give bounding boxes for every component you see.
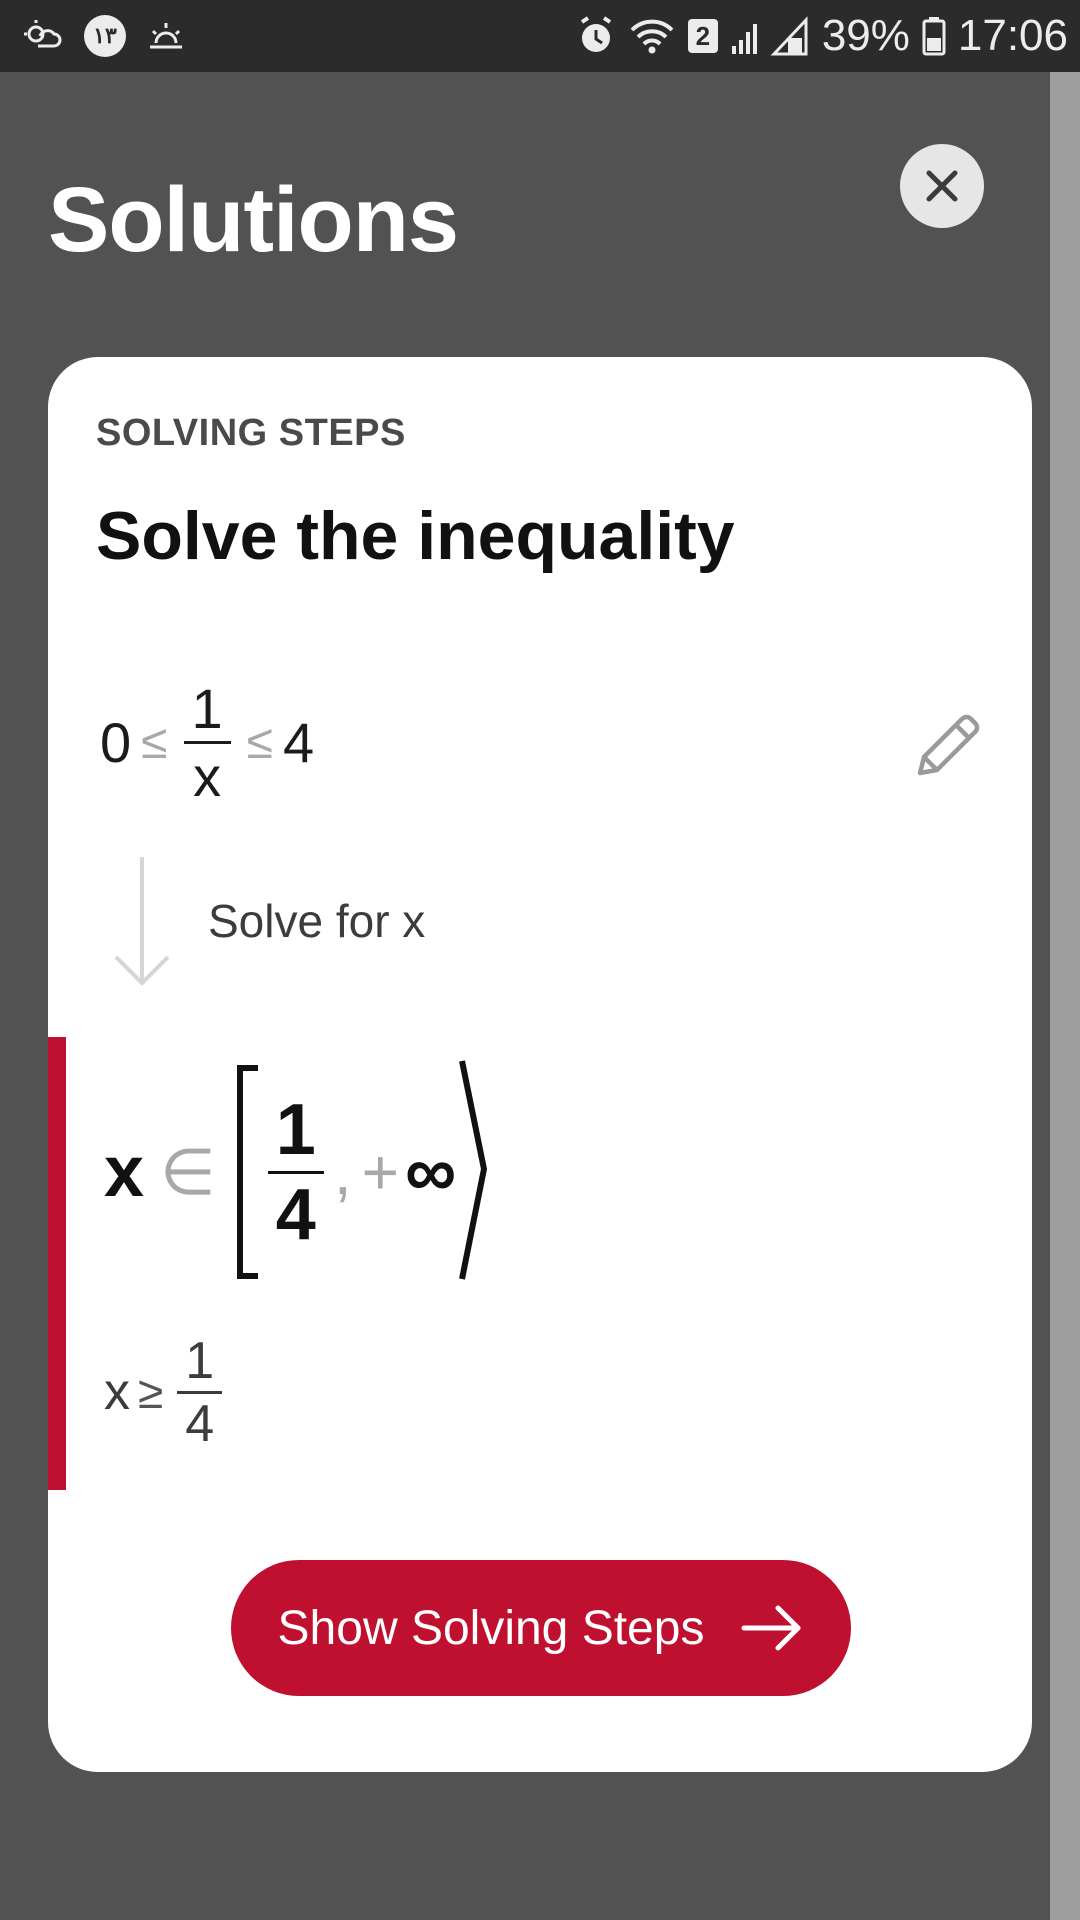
sun-icon (150, 23, 182, 49)
problem-expression: 0 ≤ 1 x ≤ 4 (100, 672, 314, 812)
result-interval: x ∈ 1 4 , + ∞ (104, 1047, 490, 1297)
scrollbar[interactable] (1050, 72, 1080, 1920)
lower-numerator: 1 (275, 1089, 316, 1170)
alarm-icon (580, 16, 611, 52)
solution-heading: Solve the inequality (96, 498, 735, 574)
problem-right: 4 (283, 710, 315, 774)
problem-left: 0 (100, 710, 132, 774)
signal-icon (731, 16, 808, 56)
plus-sign: + (361, 1136, 399, 1208)
status-left: ١٣ (22, 14, 184, 58)
step-description: Solve for x (208, 895, 426, 947)
notification-badge: ١٣ (84, 15, 126, 57)
status-bar: ١٣ 2 39% 17:06 (0, 0, 1080, 72)
arrow-right-icon (741, 1605, 801, 1651)
lower-denominator: 4 (275, 1174, 316, 1255)
edit-button[interactable] (910, 707, 986, 783)
right-angle-bracket (459, 1060, 488, 1280)
alt-numerator: 1 (185, 1331, 215, 1390)
result-accent-bar (48, 1037, 66, 1490)
result-inequality: x ≥ 1 4 (104, 1317, 228, 1467)
wifi-icon (630, 19, 674, 54)
cta-label: Show Solving Steps (277, 1601, 705, 1655)
problem-fraction: 1 x (183, 676, 231, 809)
battery-icon (922, 17, 946, 56)
alt-operator: ≥ (138, 1366, 164, 1418)
alt-denominator: 4 (185, 1394, 215, 1453)
close-button[interactable] (900, 144, 984, 228)
solution-card: SOLVING STEPS Solve the inequality 0 ≤ 1… (48, 357, 1032, 1772)
show-solving-steps-button[interactable]: Show Solving Steps (231, 1560, 851, 1696)
weather-icon (24, 20, 62, 48)
alt-fraction: 1 4 (177, 1331, 223, 1454)
page-title: Solutions (48, 169, 459, 271)
section-label: SOLVING STEPS (96, 412, 406, 454)
infinity-symbol: ∞ (405, 1132, 457, 1212)
interval-lower-bound: 1 4 (267, 1089, 324, 1256)
left-bracket (236, 1065, 258, 1279)
clock: 17:06 (957, 11, 1068, 60)
fraction-denominator: x (193, 744, 222, 808)
battery-percent: 39% (821, 11, 910, 60)
status-right: 2 39% 17:06 (576, 10, 1068, 62)
pencil-icon (917, 714, 980, 776)
step-arrow-icon (114, 857, 170, 986)
element-of-symbol: ∈ (160, 1135, 216, 1208)
sim-indicator: 2 (687, 19, 718, 53)
problem-op1: ≤ (141, 715, 168, 769)
problem-op2: ≤ (246, 715, 273, 769)
interval-comma: , (333, 1136, 352, 1208)
close-icon (926, 170, 958, 202)
alt-variable: x (104, 1363, 130, 1421)
result-variable: x (104, 1132, 145, 1212)
fraction-numerator: 1 (191, 676, 223, 740)
